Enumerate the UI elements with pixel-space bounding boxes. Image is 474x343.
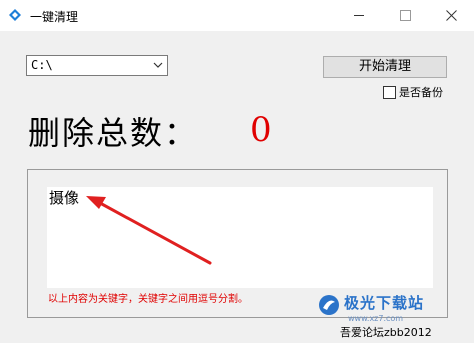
- minimize-icon: [354, 15, 364, 16]
- close-icon: [445, 10, 457, 21]
- backup-label: 是否备份: [399, 86, 443, 99]
- app-window: 一键清理 C:\ 开始清理 是否备份 删除总数： 0 摄像 以上内容为关键字，关…: [0, 0, 474, 343]
- keyword-textarea[interactable]: 摄像: [47, 187, 433, 288]
- drive-select[interactable]: C:\: [26, 55, 168, 76]
- watermark-logo-icon: [319, 295, 339, 315]
- watermark-brand: 极光下载站: [344, 294, 425, 312]
- title-bar[interactable]: 一键清理: [0, 0, 474, 31]
- start-clean-button[interactable]: 开始清理: [323, 56, 447, 78]
- window-title: 一键清理: [30, 10, 79, 24]
- chevron-down-icon: [153, 62, 163, 68]
- backup-checkbox[interactable]: [383, 85, 396, 99]
- maximize-icon: [399, 10, 411, 21]
- maximize-button[interactable]: [382, 0, 428, 31]
- watermark: 极光下载站 www.xz7.com: [318, 292, 468, 332]
- keyword-hint: 以上内容为关键字，关键字之间用逗号分割。: [48, 294, 248, 305]
- total-deleted-count: 0: [250, 110, 272, 150]
- backup-checkbox-row[interactable]: 是否备份: [383, 84, 443, 100]
- close-button[interactable]: [428, 0, 474, 31]
- total-deleted-label: 删除总数：: [28, 114, 199, 152]
- drive-select-value: C:\: [31, 58, 53, 72]
- watermark-url: www.xz7.com: [348, 314, 404, 323]
- minimize-button[interactable]: [336, 0, 382, 31]
- app-diamond-icon: [9, 9, 21, 21]
- keyword-text: 摄像: [49, 189, 80, 207]
